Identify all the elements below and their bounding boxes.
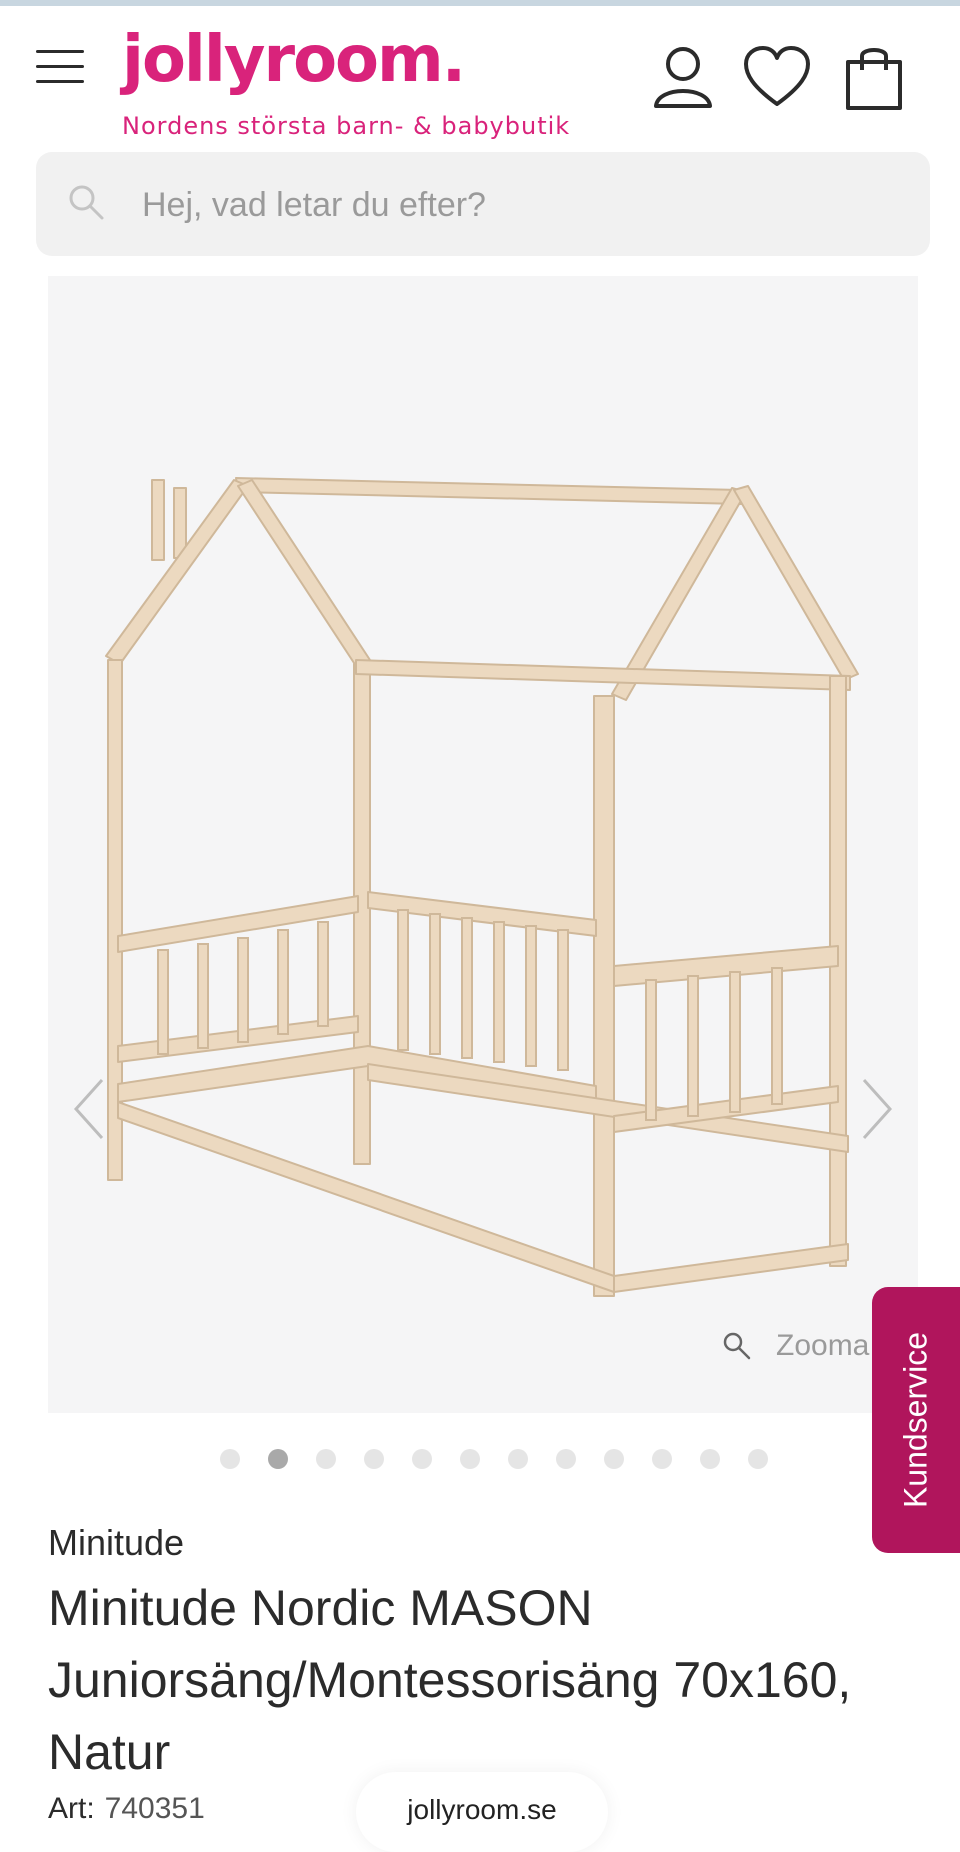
browser-url: jollyroom.se	[407, 1794, 557, 1825]
zoom-label: Zooma	[776, 1329, 870, 1362]
pagination-dot[interactable]	[460, 1449, 480, 1469]
product-image-gallery[interactable]	[48, 276, 918, 1413]
pagination-dot[interactable]	[652, 1449, 672, 1469]
tagline: Nordens största barn- & babybutik	[122, 112, 571, 140]
product-title-line: Juniorsäng/Montessorisäng 70x160,	[48, 1652, 852, 1708]
chevron-left-icon[interactable]	[70, 1074, 110, 1144]
pagination-dot[interactable]	[412, 1449, 432, 1469]
heart-icon[interactable]	[742, 42, 812, 112]
pagination-dot[interactable]	[316, 1449, 336, 1469]
article-number: Art: 740351	[48, 1792, 205, 1826]
article-value: 740351	[104, 1792, 205, 1825]
pagination-dot[interactable]	[508, 1449, 528, 1469]
bag-icon[interactable]	[840, 42, 910, 112]
gallery-pagination	[220, 1449, 796, 1471]
pagination-dot[interactable]	[604, 1449, 624, 1469]
pagination-dot[interactable]	[220, 1449, 240, 1469]
pagination-dot[interactable]	[700, 1449, 720, 1469]
product-title: Minitude Nordic MASON Juniorsäng/Montess…	[48, 1572, 928, 1788]
search-input[interactable]	[140, 172, 904, 238]
kundservice-tab[interactable]: Kundservice	[872, 1287, 960, 1553]
chevron-right-icon[interactable]	[856, 1074, 896, 1144]
product-brand[interactable]: Minitude	[48, 1522, 184, 1564]
jollyroom-logo[interactable]: jollyroom.	[122, 28, 466, 92]
browser-url-pill[interactable]: jollyroom.se	[356, 1772, 608, 1852]
product-title-line: Minitude Nordic MASON	[48, 1580, 593, 1636]
pagination-dot[interactable]	[556, 1449, 576, 1469]
menu-icon[interactable]	[36, 50, 86, 90]
zoom-button[interactable]: Zooma	[722, 1324, 869, 1368]
kundservice-label: Kundservice	[897, 1331, 934, 1509]
search-bar[interactable]	[36, 152, 930, 256]
article-label: Art:	[48, 1792, 95, 1825]
pagination-dot[interactable]	[364, 1449, 384, 1469]
search-icon	[69, 185, 104, 220]
user-icon[interactable]	[648, 42, 718, 112]
pagination-dot[interactable]	[748, 1449, 768, 1469]
pagination-dot[interactable]	[268, 1449, 288, 1469]
product-image	[105, 477, 859, 1297]
site-header: jollyroom. Nordens största barn- & babyb…	[0, 6, 960, 146]
magnifier-icon	[723, 1332, 751, 1360]
